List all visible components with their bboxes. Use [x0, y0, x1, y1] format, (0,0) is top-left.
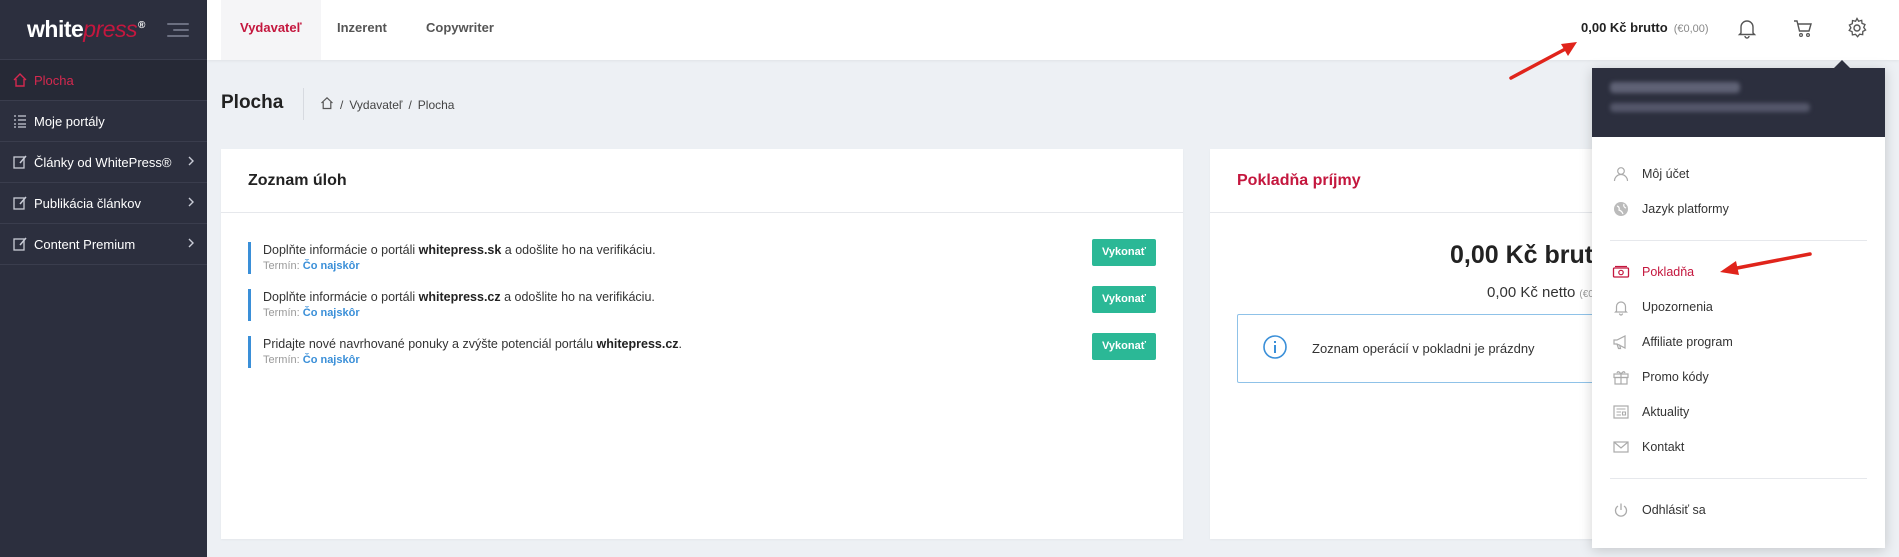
menu-toggle-icon[interactable] [166, 19, 189, 41]
logo-press-text: press [83, 16, 138, 42]
balance-eur: (€0,00) [1673, 23, 1709, 35]
menu-item-pokladna[interactable]: Pokladňa [1612, 262, 1694, 282]
menu-item-jazyk[interactable]: Jazyk platformy [1612, 199, 1729, 219]
menu-item-upozornenia[interactable]: Upozornenia [1612, 297, 1713, 317]
annotation-arrow-pokladna [1720, 252, 1812, 275]
logo[interactable]: whitepress® [27, 16, 145, 43]
tab-copywriter[interactable]: Copywriter [426, 0, 494, 60]
balance-brutto: 0,00 Kč brutto [1581, 20, 1668, 35]
news-icon [1612, 403, 1630, 421]
cash-card: Pokladňa príjmy 0,00 Kč brutto 0,00 Kč n… [1210, 149, 1630, 539]
task-text: Doplňte informácie o portáli whitepress.… [263, 290, 655, 304]
edit-icon [12, 236, 28, 252]
account-email-blurred [1610, 103, 1810, 112]
sidebar-item-publikacia[interactable]: Publikácia článkov [0, 183, 207, 224]
chevron-right-icon [187, 237, 195, 252]
sidebar-item-label: Plocha [34, 72, 74, 88]
edit-icon [12, 195, 28, 211]
sidebar-item-label: Content Premium [34, 236, 136, 252]
list-icon [12, 113, 28, 129]
account-header [1592, 68, 1885, 137]
balance-display[interactable]: 0,00 Kč brutto (€0,00) [1581, 20, 1709, 35]
tasks-card: Zoznam úloh Doplňte informácie o portáli… [221, 149, 1183, 539]
task-item: Doplňte informácie o portáli whitepress.… [248, 239, 1156, 274]
account-name-blurred [1610, 82, 1740, 93]
tasks-card-title: Zoznam úloh [221, 149, 1183, 213]
sidebar-item-content-premium[interactable]: Content Premium [0, 224, 207, 265]
breadcrumb-separator: / [408, 97, 412, 112]
user-icon [1612, 165, 1630, 183]
task-execute-button[interactable]: Vykonať [1092, 333, 1156, 360]
page-title: Plocha [221, 92, 284, 113]
logo-bar: whitepress® [0, 0, 207, 60]
task-text: Pridajte nové navrhované ponuky a zvýšte… [263, 337, 683, 351]
task-deadline: Termín: Čo najskôr [263, 354, 360, 366]
task-item: Pridajte nové navrhované ponuky a zvýšte… [248, 333, 1156, 368]
menu-divider [1610, 478, 1867, 479]
logo-registered-mark: ® [138, 20, 145, 32]
cash-info-box: Zoznam operácií v pokladni je prázdny [1237, 314, 1617, 383]
chevron-right-icon [187, 196, 195, 211]
dropdown-caret [1833, 60, 1851, 69]
task-execute-button[interactable]: Vykonať [1092, 286, 1156, 313]
menu-item-affiliate[interactable]: Affiliate program [1612, 332, 1733, 352]
menu-item-promo[interactable]: Promo kódy [1612, 367, 1709, 387]
tab-inzerent[interactable]: Inzerent [337, 0, 387, 60]
sidebar-item-label: Moje portály [34, 113, 105, 129]
menu-item-odhlasit[interactable]: Odhlásiť sa [1612, 500, 1706, 520]
menu-divider [1610, 240, 1867, 241]
task-deadline: Termín: Čo najskôr [263, 307, 360, 319]
power-icon [1612, 501, 1630, 519]
logo-white-text: white [27, 16, 84, 42]
cash-netto: 0,00 Kč netto (€0 [1487, 284, 1594, 301]
task-execute-button[interactable]: Vykonať [1092, 239, 1156, 266]
sidebar-item-plocha[interactable]: Plocha [0, 60, 207, 101]
settings-dropdown: Môj účet Jazyk platformy Pokladňa Upozor… [1592, 60, 1885, 548]
breadcrumb-item-plocha: Plocha [417, 97, 455, 112]
deadline-link[interactable]: Čo najskôr [303, 354, 360, 366]
cash-icon [1612, 263, 1630, 281]
home-icon [12, 72, 28, 88]
globe-icon [1612, 200, 1630, 218]
tab-vydavatel[interactable]: Vydavateľ [221, 0, 321, 60]
menu-item-aktuality[interactable]: Aktuality [1612, 402, 1689, 422]
gear-icon[interactable] [1845, 16, 1869, 40]
deadline-link[interactable]: Čo najskôr [303, 260, 360, 272]
home-icon[interactable] [320, 96, 334, 113]
info-icon [1262, 334, 1288, 363]
sidebar: whitepress® Plocha Moje portály Články o… [0, 0, 207, 557]
header-divider [303, 88, 304, 120]
cash-card-title: Pokladňa príjmy [1210, 149, 1630, 213]
edit-icon [12, 154, 28, 170]
bell-icon[interactable] [1735, 16, 1759, 40]
cart-icon[interactable] [1791, 16, 1815, 40]
chevron-right-icon [187, 155, 195, 170]
task-deadline: Termín: Čo najskôr [263, 260, 360, 272]
breadcrumb-separator: / [340, 97, 344, 112]
breadcrumb-item-vydavatel[interactable]: Vydavateľ [349, 98, 402, 112]
topbar: Vydavateľ Inzerent Copywriter 0,00 Kč br… [207, 0, 1899, 60]
bell-icon [1612, 298, 1630, 316]
sidebar-item-label: Články od WhitePress® [34, 154, 172, 170]
task-text: Doplňte informácie o portáli whitepress.… [263, 243, 656, 257]
megaphone-icon [1612, 333, 1630, 351]
cash-info-text: Zoznam operácií v pokladni je prázdny [1312, 341, 1535, 356]
breadcrumb: / Vydavateľ / Plocha [320, 96, 454, 113]
sidebar-item-label: Publikácia článkov [34, 195, 141, 211]
deadline-link[interactable]: Čo najskôr [303, 307, 360, 319]
mail-icon [1612, 438, 1630, 456]
sidebar-item-clanky[interactable]: Články od WhitePress® [0, 142, 207, 183]
gift-icon [1612, 368, 1630, 386]
menu-item-kontakt[interactable]: Kontakt [1612, 437, 1684, 457]
annotation-arrow-balance [1509, 42, 1577, 80]
task-item: Doplňte informácie o portáli whitepress.… [248, 286, 1156, 321]
sidebar-item-moje-portaly[interactable]: Moje portály [0, 101, 207, 142]
menu-item-moj-ucet[interactable]: Môj účet [1612, 164, 1689, 184]
